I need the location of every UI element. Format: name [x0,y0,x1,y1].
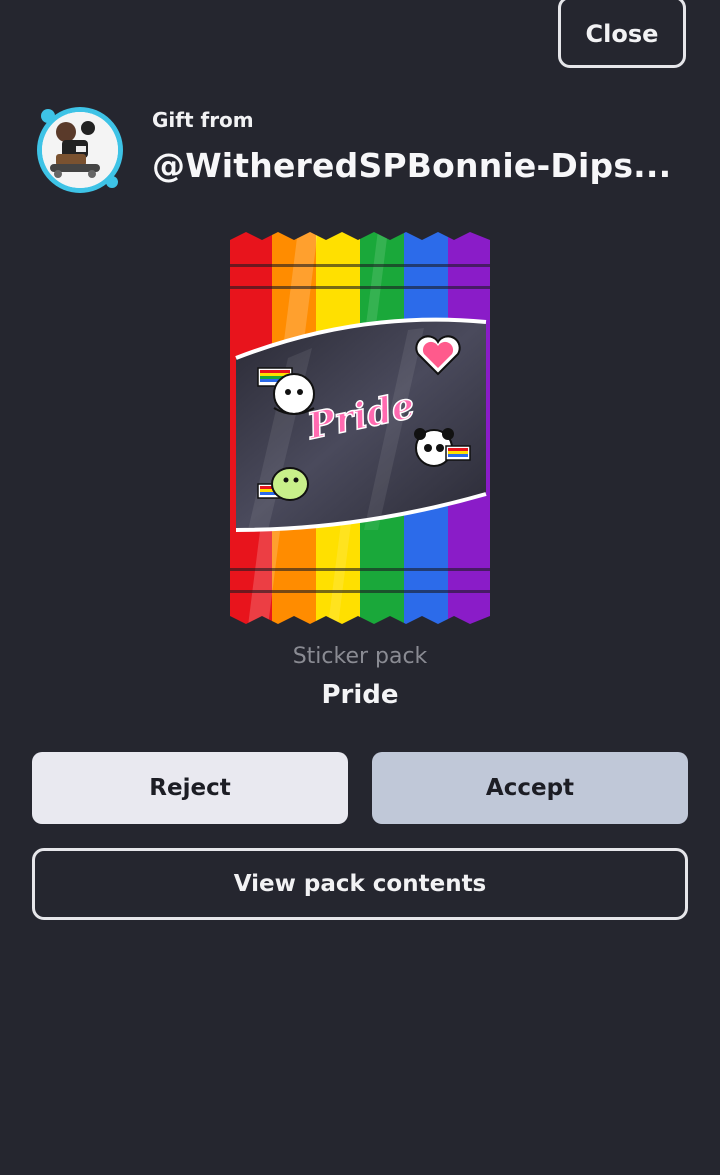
gift-from-label: Gift from [152,108,254,132]
reject-button[interactable]: Reject [32,752,348,824]
view-pack-contents-button[interactable]: View pack contents [32,848,688,920]
close-button[interactable]: Close [558,0,686,68]
pack-type-label: Sticker pack [292,644,428,669]
pack-name: Pride [321,680,399,710]
gift-dialog: Close Gift from @WitheredSPBonnie-Dips..… [0,0,720,1175]
accept-button[interactable]: Accept [372,752,688,824]
sender-avatar[interactable] [36,106,124,194]
sticker-pack-image: Pride [230,232,490,624]
sender-name[interactable]: @WitheredSPBonnie-Dips... [152,146,692,185]
